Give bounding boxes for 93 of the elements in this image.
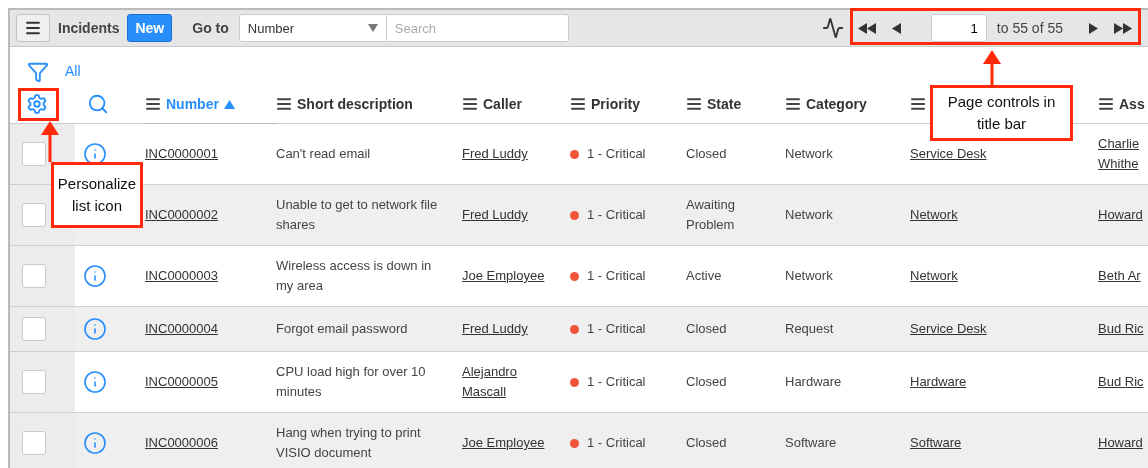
category-cell-text: Network: [785, 267, 833, 285]
info-icon[interactable]: [83, 431, 107, 455]
column-menu-icon[interactable]: [686, 96, 702, 112]
menu-icon: [24, 19, 42, 37]
number-link[interactable]: INC0000003: [145, 266, 218, 286]
assignee-link[interactable]: Bud Ric: [1098, 372, 1144, 392]
description-cell-text: CPU load high for over 10 minutes: [276, 363, 427, 401]
callout-note: Page controls in title bar: [930, 85, 1073, 141]
group-link[interactable]: Network: [910, 266, 958, 286]
number-link[interactable]: INC0000005: [145, 372, 218, 392]
info-icon[interactable]: [83, 370, 107, 394]
column-menu-icon[interactable]: [276, 96, 292, 112]
goto-field-select[interactable]: Number: [238, 14, 387, 42]
page-range: to 55 of 55: [996, 20, 1063, 36]
goto-label: Go to: [192, 20, 229, 36]
state-cell-text: Closed: [686, 434, 727, 452]
column-header[interactable]: Priority: [591, 96, 640, 112]
group-link[interactable]: Service Desk: [910, 319, 987, 339]
description-cell-text: Unable to get to network file shares: [276, 196, 439, 234]
priority-cell-text: 1 - Critical: [587, 434, 646, 452]
row-checkbox[interactable]: [22, 203, 46, 227]
priority-dot: [570, 438, 579, 448]
highlight-outline: [18, 88, 59, 121]
priority-dot: [570, 377, 579, 387]
column-menu-icon[interactable]: [785, 96, 801, 112]
state-cell-text: Closed: [686, 373, 727, 391]
priority-cell-text: 1 - Critical: [587, 267, 646, 285]
priority-dot: [570, 324, 579, 334]
menu-button[interactable]: [16, 14, 50, 42]
row-checkbox[interactable]: [22, 370, 46, 394]
group-link[interactable]: Network: [910, 205, 958, 225]
callout-note: Personalize list icon: [51, 162, 143, 228]
priority-cell-text: 1 - Critical: [587, 320, 646, 338]
column-header[interactable]: Ass: [1119, 96, 1145, 112]
priority-cell-text: 1 - Critical: [587, 373, 646, 391]
category-cell-text: Software: [785, 434, 837, 452]
column-header[interactable]: State: [707, 96, 742, 112]
description-cell-text: Wireless access is down in my area: [276, 257, 433, 295]
priority-cell-text: 1 - Critical: [587, 145, 646, 163]
assignee-link[interactable]: Beth Ar: [1098, 266, 1141, 286]
group-link[interactable]: Software: [910, 433, 962, 453]
info-icon[interactable]: [83, 264, 107, 288]
state-cell-text: Active: [686, 267, 722, 285]
category-cell-text: Network: [785, 145, 833, 163]
search-icon[interactable]: [87, 93, 109, 115]
column-menu-icon[interactable]: [145, 96, 161, 112]
callout-arrow: [41, 121, 59, 162]
search-field[interactable]: Search: [386, 14, 569, 42]
double-triangle-right-icon: [1114, 22, 1132, 34]
column-header[interactable]: Caller: [483, 96, 522, 112]
caller-link[interactable]: Alejandro Mascall: [462, 362, 562, 402]
column-header[interactable]: Category: [806, 96, 867, 112]
assignee-link[interactable]: Charlie Whithe: [1098, 134, 1148, 174]
group-link[interactable]: Hardware: [910, 372, 967, 392]
priority-dot: [570, 210, 579, 220]
callout-arrow: [983, 50, 1001, 86]
caller-link[interactable]: Fred Luddy: [462, 144, 528, 164]
settings-icon[interactable]: [26, 93, 48, 115]
list-title: Incidents: [58, 20, 120, 36]
column-menu-icon[interactable]: [462, 96, 478, 112]
group-link[interactable]: Service Desk: [910, 144, 987, 164]
priority-cell-text: 1 - Critical: [587, 206, 646, 224]
sort-ascending-icon: [223, 99, 235, 109]
state-cell-text: Awaiting Problem: [686, 196, 736, 234]
column-menu-icon[interactable]: [570, 96, 586, 112]
column-menu-icon[interactable]: [1098, 96, 1114, 112]
category-cell-text: Hardware: [785, 373, 842, 391]
description-cell-text: Hang when trying to print VISIO document: [276, 424, 422, 462]
caller-link[interactable]: Joe Employee: [462, 266, 545, 286]
description-cell-text: Can't read email: [276, 145, 371, 163]
column-menu-icon[interactable]: [910, 96, 926, 112]
row-checkbox[interactable]: [22, 142, 46, 166]
row-checkbox[interactable]: [22, 317, 46, 341]
row-checkbox[interactable]: [22, 264, 46, 288]
priority-dot: [570, 149, 579, 159]
column-header[interactable]: Short description: [297, 96, 413, 112]
priority-dot: [570, 271, 579, 281]
page-field[interactable]: 1: [930, 14, 987, 42]
activity-icon[interactable]: [821, 17, 844, 39]
description-cell-text: Forgot email password: [276, 320, 408, 338]
info-icon[interactable]: [83, 317, 107, 341]
category-cell-text: Network: [785, 206, 833, 224]
filter-icon[interactable]: [27, 61, 49, 83]
number-link[interactable]: INC0000001: [145, 144, 218, 164]
row-checkbox[interactable]: [22, 431, 46, 455]
state-cell-text: Closed: [686, 145, 727, 163]
triangle-right-icon: [1089, 22, 1098, 34]
triangle-left-icon: [891, 22, 901, 34]
number-link[interactable]: INC0000002: [145, 205, 218, 225]
caret-icon: [367, 24, 378, 32]
category-cell-text: Request: [785, 320, 834, 338]
state-cell-text: Closed: [686, 320, 727, 338]
double-triangle-left-icon: [857, 22, 876, 34]
